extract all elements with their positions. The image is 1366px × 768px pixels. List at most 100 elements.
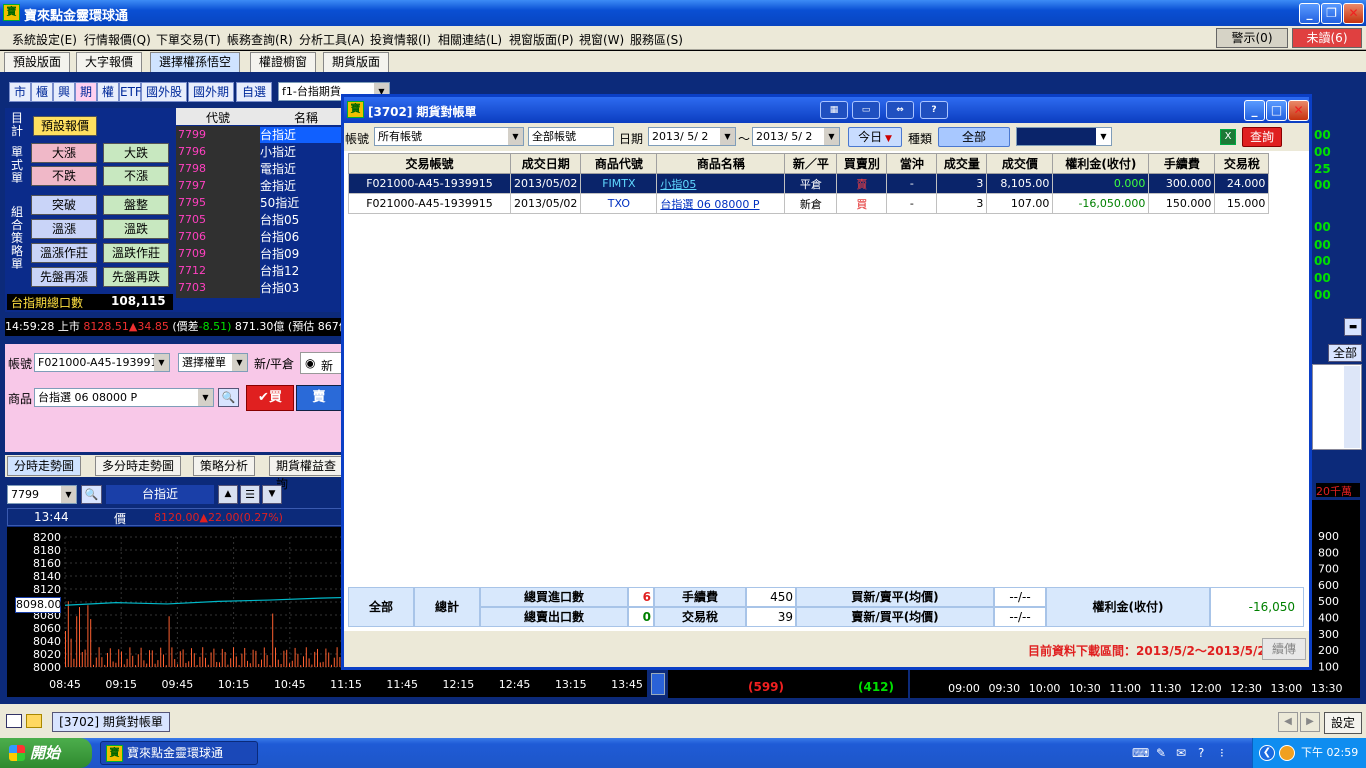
order-type-select[interactable]: 選擇權單 ▼: [178, 353, 248, 372]
tab-strategy-analysis[interactable]: 策略分析: [193, 456, 256, 476]
tray-shield-icon[interactable]: [1279, 745, 1295, 761]
quote-code[interactable]: 7799: [178, 127, 206, 144]
order-product-select[interactable]: 台指選 06 08000 P ▼: [34, 388, 214, 407]
dialog-close-button[interactable]: ✕: [1288, 100, 1309, 121]
alerts-button[interactable]: 警示(0): [1216, 28, 1288, 48]
quote-code[interactable]: 7798: [178, 161, 206, 178]
scroll-left-icon[interactable]: ◀: [1278, 712, 1298, 732]
consolidate-button[interactable]: 盤整: [103, 195, 169, 215]
window-list-icon[interactable]: [6, 714, 22, 728]
order-account-select[interactable]: F021000-A45-1939915 ▼: [34, 353, 170, 372]
quote-code[interactable]: 7795: [178, 195, 206, 212]
menu-quotes[interactable]: 行情報價(Q): [84, 31, 151, 48]
close-button[interactable]: ✕: [1343, 3, 1364, 24]
menu-service[interactable]: 服務區(S): [630, 31, 683, 48]
new-radio[interactable]: ◉ 新: [300, 352, 342, 374]
column-header[interactable]: 商品代號: [580, 153, 658, 174]
layout-icon[interactable]: ▦: [820, 101, 848, 119]
excel-export-icon[interactable]: X: [1220, 129, 1236, 145]
right-list-scrollbar[interactable]: [1344, 366, 1360, 448]
list-icon[interactable]: ☰: [240, 485, 260, 504]
toolbar-otc[interactable]: 櫃: [31, 82, 53, 102]
no-down-button[interactable]: 不跌: [31, 166, 97, 186]
column-header[interactable]: 當沖: [886, 153, 938, 174]
toolbar-foreign-futures[interactable]: 國外期: [188, 82, 234, 102]
settings-button[interactable]: 設定: [1324, 712, 1362, 734]
minimize-button[interactable]: _: [1299, 3, 1320, 24]
more-icon[interactable]: ⁝: [1220, 746, 1224, 760]
quote-code[interactable]: 7709: [178, 246, 206, 263]
dialog-minimize-button[interactable]: _: [1244, 100, 1265, 121]
panel-minimize-icon[interactable]: ▬: [1344, 318, 1362, 336]
toolbar-foreign-stock[interactable]: 國外股: [141, 82, 187, 102]
menu-order[interactable]: 下單交易(T): [156, 31, 221, 48]
toolbar-futures[interactable]: 期: [75, 82, 97, 102]
query-button[interactable]: 查詢: [1242, 127, 1282, 147]
quote-name[interactable]: 台指03: [260, 280, 299, 296]
tab-warrants[interactable]: 權證櫥窗: [250, 52, 317, 72]
show-all-button[interactable]: 全部: [1328, 344, 1362, 362]
tab-intraday[interactable]: 分時走勢圖: [7, 456, 82, 476]
chart-search-icon[interactable]: 🔍: [81, 485, 102, 504]
big-up-button[interactable]: 大漲: [31, 143, 97, 163]
quote-name[interactable]: 50指近: [260, 195, 299, 211]
tab-default-layout[interactable]: 預設版面: [4, 52, 71, 72]
unread-button[interactable]: 未讀(6): [1292, 28, 1362, 48]
big-down-button[interactable]: 大跌: [103, 143, 169, 163]
mild-down-trade-button[interactable]: 溫跌作莊: [103, 243, 169, 263]
window-titlebar[interactable]: 寶 寶來點金靈環球通 _ ❐ ✕: [0, 0, 1366, 26]
quote-name[interactable]: 台指09: [260, 246, 299, 262]
column-header[interactable]: 權利金(收付): [1052, 153, 1150, 174]
tab-options[interactable]: 選擇權孫悟空: [150, 52, 241, 72]
taskbar-app-button[interactable]: 寶 寶來點金靈環球通: [100, 741, 258, 765]
tab-futures-equity[interactable]: 期貨權益查詢: [269, 456, 343, 491]
date-from-picker[interactable]: 2013/ 5/ 2 ▼: [648, 127, 736, 146]
quote-name[interactable]: 台指05: [260, 212, 299, 228]
toolbar-market[interactable]: 市: [9, 82, 31, 102]
menu-links[interactable]: 相關連結(L): [438, 31, 502, 48]
quote-name[interactable]: 電指近: [260, 161, 296, 177]
mild-down-button[interactable]: 溫跌: [103, 219, 169, 239]
column-header[interactable]: 交易帳號: [348, 153, 511, 174]
column-header[interactable]: 成交日期: [509, 153, 582, 174]
column-header[interactable]: 買賣別: [836, 153, 888, 174]
folder-icon[interactable]: [26, 714, 42, 728]
quote-name[interactable]: 小指近: [260, 144, 296, 160]
fall-then-rise-button[interactable]: 先盤再漲: [31, 267, 97, 287]
quote-code[interactable]: 7705: [178, 212, 206, 229]
menu-system[interactable]: 系統設定(E): [12, 31, 77, 48]
tab-multi-intraday[interactable]: 多分時走勢圖: [95, 456, 182, 476]
mild-up-trade-button[interactable]: 溫漲作莊: [31, 243, 97, 263]
search-icon[interactable]: 🔍: [218, 388, 239, 407]
column-header[interactable]: 手續費: [1148, 153, 1216, 174]
tray-arrow-icon[interactable]: ❮: [1259, 745, 1275, 761]
column-header[interactable]: 商品名稱: [656, 153, 786, 174]
task-statement-button[interactable]: [3702] 期貨對帳單: [52, 712, 170, 732]
column-header[interactable]: 成交價: [986, 153, 1054, 174]
breakout-button[interactable]: 突破: [31, 195, 97, 215]
menu-layout[interactable]: 視窗版面(P): [509, 31, 574, 48]
date-to-picker[interactable]: 2013/ 5/ 2 ▼: [752, 127, 840, 146]
mild-up-button[interactable]: 溫漲: [31, 219, 97, 239]
keyboard-icon[interactable]: ⌨: [1132, 746, 1149, 760]
toolbar-options[interactable]: 權: [97, 82, 119, 102]
chevron-up-icon[interactable]: ▲: [218, 485, 238, 504]
help-icon[interactable]: ?: [920, 101, 948, 119]
sub-account-input[interactable]: 全部帳號: [528, 127, 614, 146]
kind-select[interactable]: ▼: [1016, 127, 1112, 146]
quote-name[interactable]: 金指近: [260, 178, 296, 194]
column-header[interactable]: 交易稅: [1214, 153, 1270, 174]
table-row[interactable]: F021000-A45-1939915 2013/05/02 FIMTX 小指05 平倉…: [348, 173, 1270, 194]
menu-analysis[interactable]: 分析工具(A): [299, 31, 365, 48]
today-button[interactable]: 今日 ▼: [848, 127, 902, 147]
chart-code-select[interactable]: 7799 ▼: [7, 485, 77, 504]
quote-code[interactable]: 7797: [178, 178, 206, 195]
quote-code[interactable]: 7712: [178, 263, 206, 280]
expand-icon[interactable]: ⇔: [886, 101, 914, 119]
help-tray-icon[interactable]: ?: [1198, 746, 1204, 760]
buy-button[interactable]: ✔買: [246, 385, 294, 411]
pen-icon[interactable]: ✎: [1156, 746, 1166, 760]
tab-futures[interactable]: 期貨版面: [323, 52, 390, 72]
chart-scroll-handle[interactable]: [651, 673, 665, 695]
start-button[interactable]: 開始: [0, 738, 92, 768]
